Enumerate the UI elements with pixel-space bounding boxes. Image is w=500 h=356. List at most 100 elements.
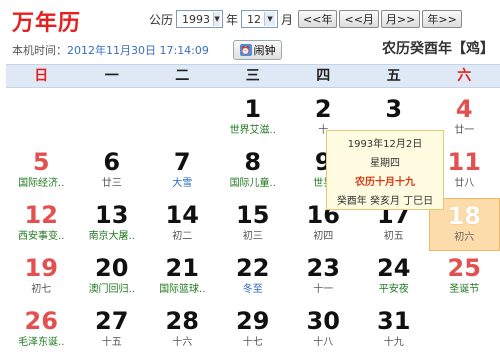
- year-select[interactable]: 1993 ▼: [176, 10, 224, 28]
- day-lunar-or-festival: 澳门回归..: [88, 284, 135, 295]
- local-time-label: 本机时间：: [12, 44, 67, 57]
- day-lunar-or-festival: 国际儿童..: [229, 178, 276, 189]
- prev-month-button[interactable]: <<月: [339, 10, 379, 28]
- day-lunar-or-festival: 初四: [313, 231, 334, 242]
- day-tooltip: 1993年12月2日 星期四 农历十月十九 癸酉年 癸亥月 丁巳日: [326, 130, 444, 210]
- empty-day-cell: [6, 92, 77, 145]
- day-lunar-or-festival: 初七: [31, 284, 52, 295]
- next-month-button[interactable]: 月>>: [380, 10, 421, 28]
- day-lunar-or-festival: 西安事变..: [18, 231, 65, 242]
- weekday-wed: 三: [245, 68, 260, 84]
- prev-year-button[interactable]: <<年: [298, 10, 338, 28]
- day-number: 7: [173, 148, 191, 176]
- tooltip-lunar-date: 农历十月十九: [355, 177, 415, 188]
- day-number: 28: [165, 307, 199, 335]
- day-cell[interactable]: 25 圣诞节: [429, 251, 500, 304]
- lunar-year-title: 农历癸酉年【鸡】: [382, 41, 494, 57]
- day-cell[interactable]: 24 平安夜: [359, 251, 430, 304]
- empty-day-cell: [77, 92, 148, 145]
- day-lunar-or-festival: 世界艾滋..: [229, 125, 276, 136]
- day-number: 22: [236, 254, 270, 282]
- day-number: 15: [236, 201, 270, 229]
- day-cell[interactable]: 27 十五: [77, 304, 148, 356]
- weekday-header: 日 一 二 三 四 五 六: [6, 64, 500, 88]
- day-cell[interactable]: 26 毛泽东诞..: [6, 304, 77, 356]
- month-select[interactable]: 12 ▼: [241, 10, 279, 28]
- day-cell[interactable]: 28 十六: [147, 304, 218, 356]
- day-cell[interactable]: 1 世界艾滋..: [218, 92, 289, 145]
- year-label: 年: [226, 12, 239, 27]
- day-cell[interactable]: 23 十一: [288, 251, 359, 304]
- chevron-down-icon: ▼: [264, 12, 276, 26]
- day-cell[interactable]: 8 国际儿童..: [218, 145, 289, 198]
- day-lunar-or-festival: 初二: [172, 231, 193, 242]
- day-number: 20: [95, 254, 129, 282]
- day-cell[interactable]: 29 十七: [218, 304, 289, 356]
- day-number: 19: [24, 254, 58, 282]
- day-number: 27: [95, 307, 129, 335]
- empty-day-cell: [429, 304, 500, 356]
- weekday-thu: 四: [316, 68, 331, 84]
- day-number: 25: [447, 254, 481, 282]
- day-lunar-or-festival: 廿三: [101, 178, 122, 189]
- day-lunar-or-festival: 初六: [454, 232, 475, 243]
- alarm-label: 闹钟: [253, 44, 276, 57]
- month-select-value: 12: [247, 12, 262, 26]
- day-cell[interactable]: 20 澳门回归..: [77, 251, 148, 304]
- day-lunar-or-festival: 国际篮球..: [159, 284, 206, 295]
- day-number: 1: [244, 95, 262, 123]
- day-lunar-or-festival: 冬至: [242, 284, 263, 295]
- day-cell[interactable]: 5 国际经济..: [6, 145, 77, 198]
- weekday-sun: 日: [34, 68, 49, 84]
- day-number: 5: [32, 148, 50, 176]
- chevron-down-icon: ▼: [213, 12, 221, 26]
- day-cell[interactable]: 15 初三: [218, 198, 289, 251]
- day-cell[interactable]: 6 廿三: [77, 145, 148, 198]
- day-number: 6: [103, 148, 121, 176]
- local-time-value: 2012年11月30日 17:14:09: [67, 44, 209, 57]
- weekday-mon: 一: [104, 68, 119, 84]
- day-number: 23: [306, 254, 340, 282]
- day-number: 26: [24, 307, 58, 335]
- day-number: 14: [165, 201, 199, 229]
- day-number: 30: [306, 307, 340, 335]
- day-number: 3: [385, 95, 403, 123]
- day-cell[interactable]: 12 西安事变..: [6, 198, 77, 251]
- day-cell[interactable]: 14 初二: [147, 198, 218, 251]
- day-number: 29: [236, 307, 270, 335]
- weekday-sat: 六: [457, 68, 472, 84]
- alarm-clock-icon: ⏰: [239, 44, 252, 56]
- day-number: 31: [377, 307, 411, 335]
- day-lunar-or-festival: 南京大屠..: [88, 231, 135, 242]
- day-number: 13: [95, 201, 129, 229]
- day-lunar-or-festival: 初三: [242, 231, 263, 242]
- next-year-button[interactable]: 年>>: [422, 10, 462, 28]
- day-number: 24: [377, 254, 411, 282]
- day-cell[interactable]: 30 十八: [288, 304, 359, 356]
- day-lunar-or-festival: 十五: [101, 337, 122, 348]
- day-lunar-or-festival: 圣诞节: [449, 284, 480, 295]
- day-lunar-or-festival: 十八: [313, 337, 334, 348]
- day-cell[interactable]: 19 初七: [6, 251, 77, 304]
- local-time: 本机时间：2012年11月30日 17:14:09: [12, 42, 209, 58]
- weekday-fri: 五: [386, 68, 401, 84]
- app-logo: 万年历: [12, 10, 82, 36]
- day-lunar-or-festival: 平安夜: [378, 284, 409, 295]
- day-lunar-or-festival: 十七: [242, 337, 263, 348]
- day-cell[interactable]: 21 国际篮球..: [147, 251, 218, 304]
- weekday-tue: 二: [175, 68, 190, 84]
- tooltip-date: 1993年12月2日: [347, 139, 423, 150]
- day-lunar-or-festival: 大雪: [172, 178, 193, 189]
- day-cell[interactable]: 31 十九: [359, 304, 430, 356]
- day-cell[interactable]: 13 南京大屠..: [77, 198, 148, 251]
- day-lunar-or-festival: 十六: [172, 337, 193, 348]
- day-cell[interactable]: 22 冬至: [218, 251, 289, 304]
- alarm-button[interactable]: ⏰ 闹钟: [233, 40, 282, 60]
- day-number: 4: [455, 95, 473, 123]
- year-select-value: 1993: [182, 12, 211, 26]
- day-cell[interactable]: 7 大雪: [147, 145, 218, 198]
- day-lunar-or-festival: 毛泽东诞..: [18, 337, 65, 348]
- tooltip-ganzhi: 癸酉年 癸亥月 丁巳日: [336, 196, 434, 207]
- day-number: 8: [244, 148, 262, 176]
- tooltip-weekday: 星期四: [370, 158, 400, 169]
